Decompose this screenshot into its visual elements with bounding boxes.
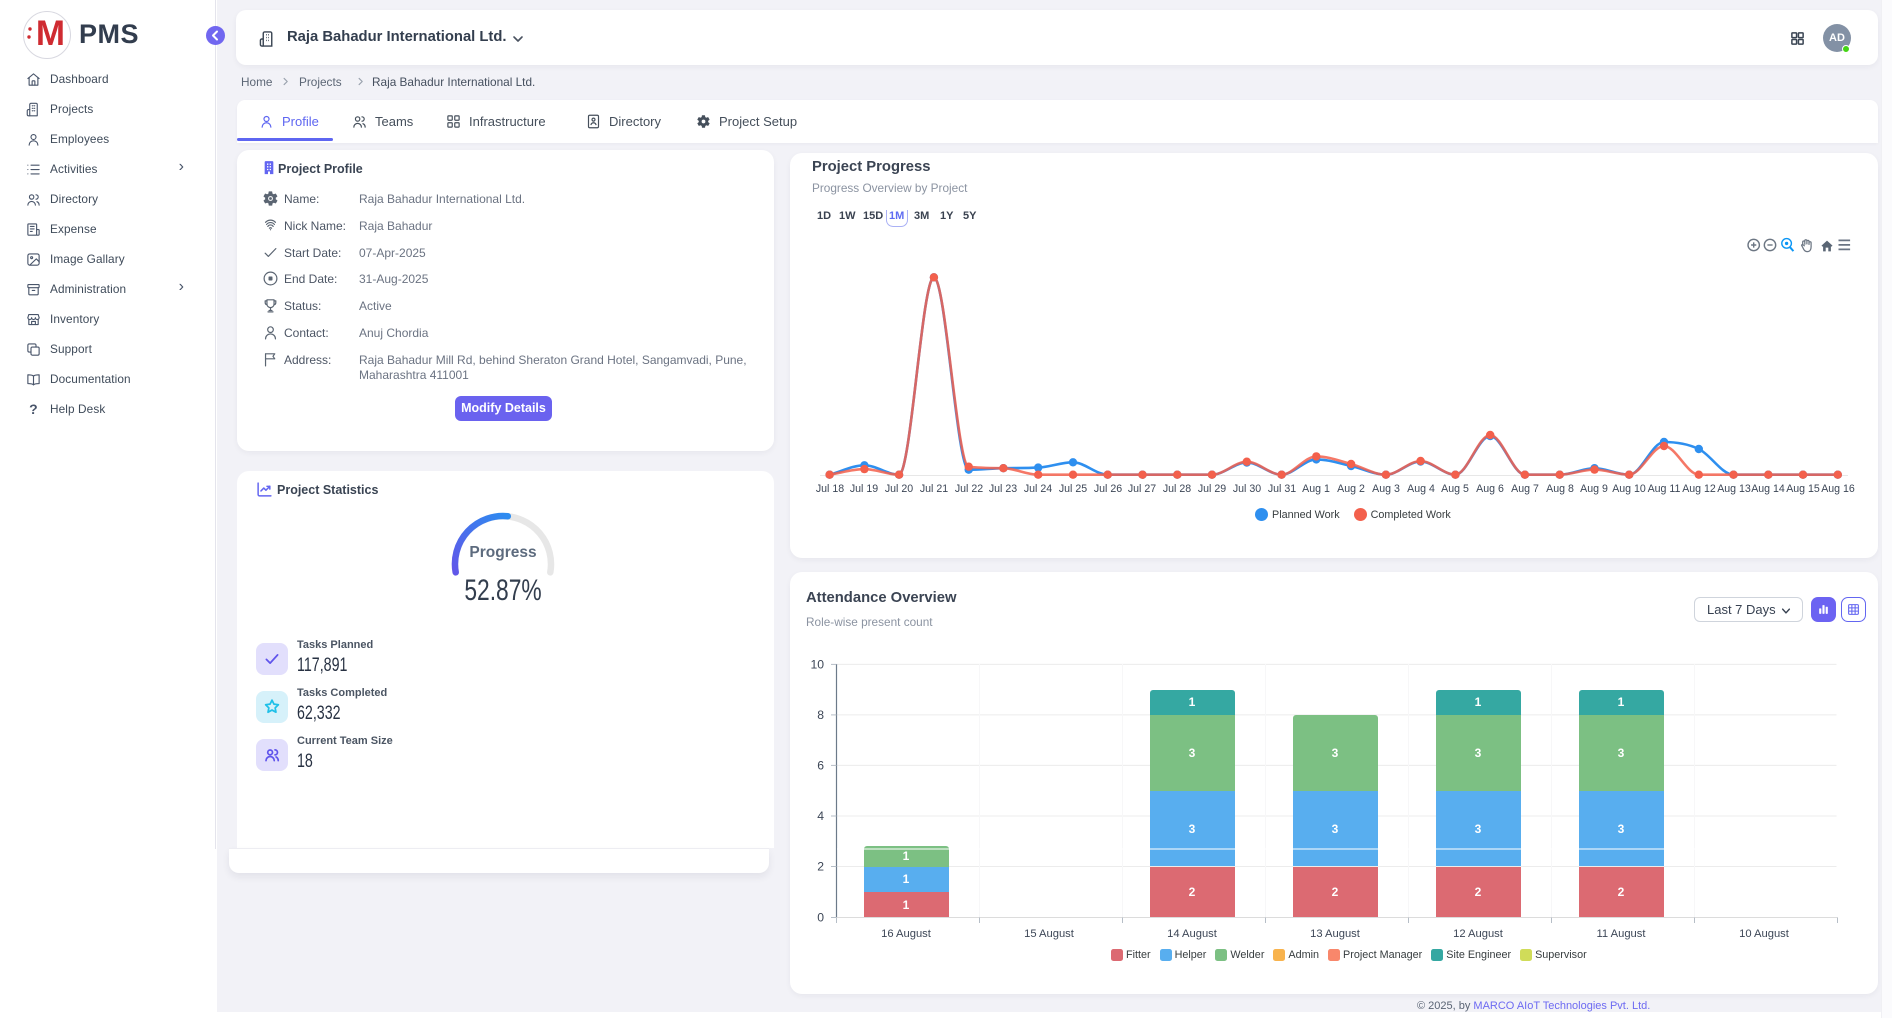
svg-text:6: 6 — [817, 758, 824, 772]
svg-text:4: 4 — [817, 809, 824, 823]
svg-text:0: 0 — [817, 911, 824, 925]
svg-text:2: 2 — [817, 860, 824, 874]
svg-text:8: 8 — [817, 708, 824, 722]
svg-text:10: 10 — [810, 657, 824, 671]
